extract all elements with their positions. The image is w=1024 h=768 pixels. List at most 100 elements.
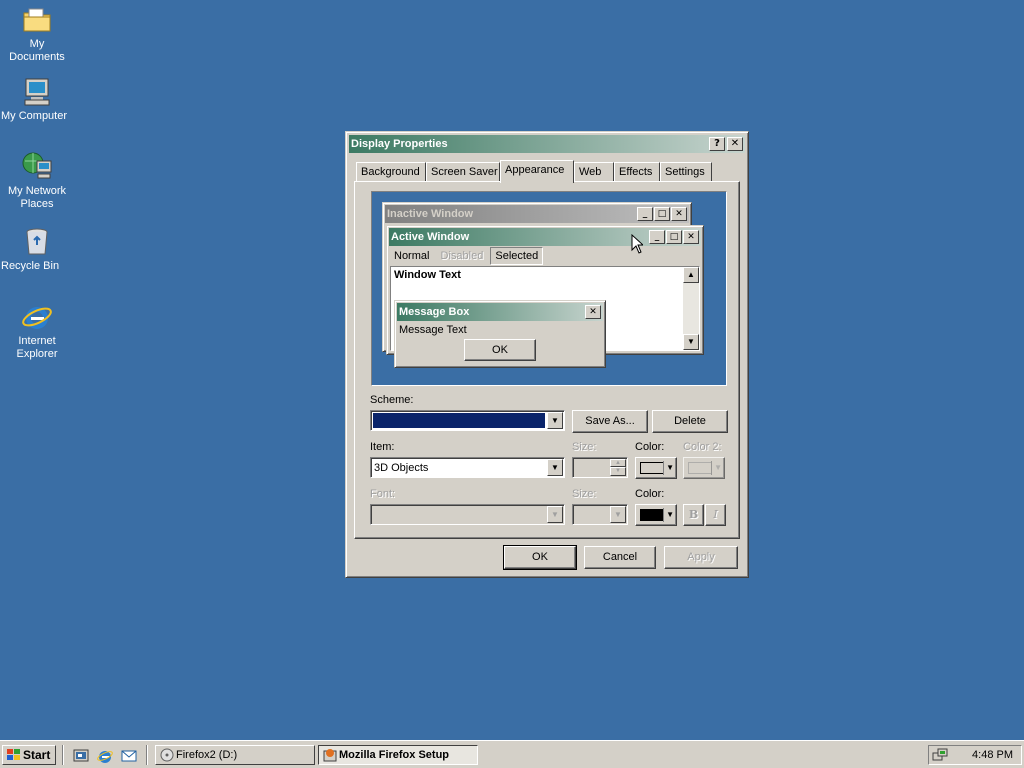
folder-documents-icon <box>21 4 53 36</box>
preview-inactive-title: Inactive Window _ □ ✕ <box>385 205 689 223</box>
cancel-button[interactable]: Cancel <box>584 546 656 569</box>
network-tray-icon[interactable] <box>932 747 948 766</box>
preview-active-title: Active Window _ □ ✕ <box>389 228 701 246</box>
menu-selected: Selected <box>490 247 544 265</box>
font-color-swatch <box>640 509 664 521</box>
dialog-title: Display Properties <box>351 138 448 150</box>
scheme-select[interactable]: ▼ <box>370 410 565 431</box>
font-label: Font: <box>370 488 396 500</box>
inactive-window-title: Inactive Window <box>387 208 474 220</box>
chevron-down-icon: ▼ <box>547 506 563 523</box>
italic-button: I <box>705 504 726 526</box>
preview-message-box: Message Box ✕ Message Text OK <box>394 300 606 368</box>
desktop-icon-my-network-places[interactable]: My Network Places <box>0 151 74 210</box>
menu-normal: Normal <box>394 250 430 262</box>
scroll-down-icon: ▼ <box>683 334 699 350</box>
tab-effects[interactable]: Effects <box>614 162 660 182</box>
font-color-button[interactable]: ▼ <box>635 504 677 526</box>
window-text: Window Text <box>394 269 461 281</box>
item-label: Item: <box>370 441 395 453</box>
start-button[interactable]: Start <box>2 745 56 765</box>
close-icon: ✕ <box>683 230 699 244</box>
taskbar-separator <box>62 745 64 765</box>
mouse-cursor-icon <box>631 233 645 257</box>
desktop-icon-label: My Documents <box>9 38 65 63</box>
network-places-icon <box>21 151 53 183</box>
delete-button[interactable]: Delete <box>652 410 728 433</box>
item-size-label: Size: <box>572 441 597 453</box>
appearance-preview[interactable]: Inactive Window _ □ ✕ Active Window _ □ … <box>371 191 727 386</box>
preview-menu-bar: Normal Disabled Selected <box>390 247 544 265</box>
scroll-up-icon: ▲ <box>683 267 699 283</box>
spin-down-icon: ▼ <box>610 467 626 476</box>
tab-appearance[interactable]: Appearance <box>500 160 574 183</box>
font-color-label: Color: <box>635 488 665 500</box>
preview-msgbox-title: Message Box ✕ <box>397 303 603 321</box>
font-size-label: Size: <box>572 488 597 500</box>
item-size-spinner: ▲ ▼ <box>572 457 628 478</box>
recycle-bin-icon <box>21 226 53 258</box>
internet-explorer-quicklaunch-icon[interactable] <box>97 748 113 767</box>
chevron-down-icon: ▼ <box>610 506 626 523</box>
maximize-icon: □ <box>654 207 670 221</box>
show-desktop-icon[interactable] <box>73 748 89 767</box>
clock[interactable]: 4:48 PM <box>972 746 1013 764</box>
item-color-swatch <box>640 462 664 474</box>
preview-scrollbar: ▲ ▼ <box>683 267 699 350</box>
start-label: Start <box>23 748 51 762</box>
maximize-icon: □ <box>666 230 682 244</box>
font-select: ▼ <box>370 504 565 525</box>
desktop-icon-label: My Computer <box>1 110 68 122</box>
item-color-button[interactable]: ▼ <box>635 457 677 479</box>
minimize-icon: _ <box>637 207 653 221</box>
chevron-down-icon[interactable]: ▼ <box>547 412 563 429</box>
taskbar-item-label: Firefox2 (D:) <box>176 749 238 761</box>
spin-up-icon: ▲ <box>610 459 626 467</box>
item-color2-button: ▼ <box>683 457 725 479</box>
item-color2-label: Color 2: <box>683 441 722 453</box>
outlook-express-icon[interactable] <box>121 748 137 767</box>
save-as-button[interactable]: Save As... <box>572 410 648 433</box>
font-size-select: ▼ <box>572 504 628 525</box>
desktop-icon-my-computer[interactable]: My Computer <box>0 76 74 122</box>
bold-button: B <box>683 504 704 526</box>
item-color-label: Color: <box>635 441 665 453</box>
computer-icon <box>21 76 53 108</box>
tab-web[interactable]: Web <box>574 162 614 182</box>
chevron-down-icon: ▼ <box>663 508 674 522</box>
appearance-panel: Inactive Window _ □ ✕ Active Window _ □ … <box>354 181 740 539</box>
desktop-icon-label: Internet Explorer <box>16 335 58 360</box>
close-icon: ✕ <box>671 207 687 221</box>
item-color2-swatch <box>688 462 712 474</box>
display-properties-dialog: Display Properties ? ✕ Background Screen… <box>345 131 749 578</box>
taskbar-item-mozilla-firefox-setup[interactable]: Mozilla Firefox Setup <box>318 745 478 765</box>
help-button[interactable]: ? <box>709 137 725 151</box>
chevron-down-icon[interactable]: ▼ <box>547 459 563 476</box>
msgbox-text: Message Text <box>399 324 467 336</box>
close-button[interactable]: ✕ <box>727 137 743 151</box>
tab-screen-saver[interactable]: Screen Saver <box>426 162 500 182</box>
desktop-icon-internet-explorer[interactable]: Internet Explorer <box>0 301 74 360</box>
tab-settings[interactable]: Settings <box>660 162 712 182</box>
item-select[interactable]: 3D Objects ▼ <box>370 457 565 478</box>
desktop-icon-label: My Network Places <box>7 185 67 210</box>
internet-explorer-icon <box>21 301 53 333</box>
tab-background[interactable]: Background <box>356 162 426 182</box>
minimize-icon: _ <box>649 230 665 244</box>
active-window-title: Active Window <box>391 231 470 243</box>
desktop-icon-label: Recycle Bin <box>1 260 60 272</box>
desktop-icon-my-documents[interactable]: My Documents <box>0 4 74 63</box>
close-icon: ✕ <box>585 305 601 319</box>
taskbar: Start Firefox2 (D:) Mozilla Firefox Setu… <box>0 740 1024 768</box>
dialog-titlebar[interactable]: Display Properties ? ✕ <box>349 135 745 153</box>
chevron-down-icon: ▼ <box>663 461 674 475</box>
windows-logo-icon <box>6 748 22 767</box>
msgbox-title: Message Box <box>399 306 470 318</box>
menu-disabled: Disabled <box>440 250 484 262</box>
ok-button[interactable]: OK <box>503 545 577 570</box>
scheme-selected-swatch <box>373 413 545 428</box>
taskbar-item-firefox2-drive[interactable]: Firefox2 (D:) <box>155 745 315 765</box>
chevron-down-icon: ▼ <box>711 461 722 475</box>
desktop-icon-recycle-bin[interactable]: Recycle Bin <box>0 226 74 272</box>
taskbar-item-label: Mozilla Firefox Setup <box>339 749 450 761</box>
